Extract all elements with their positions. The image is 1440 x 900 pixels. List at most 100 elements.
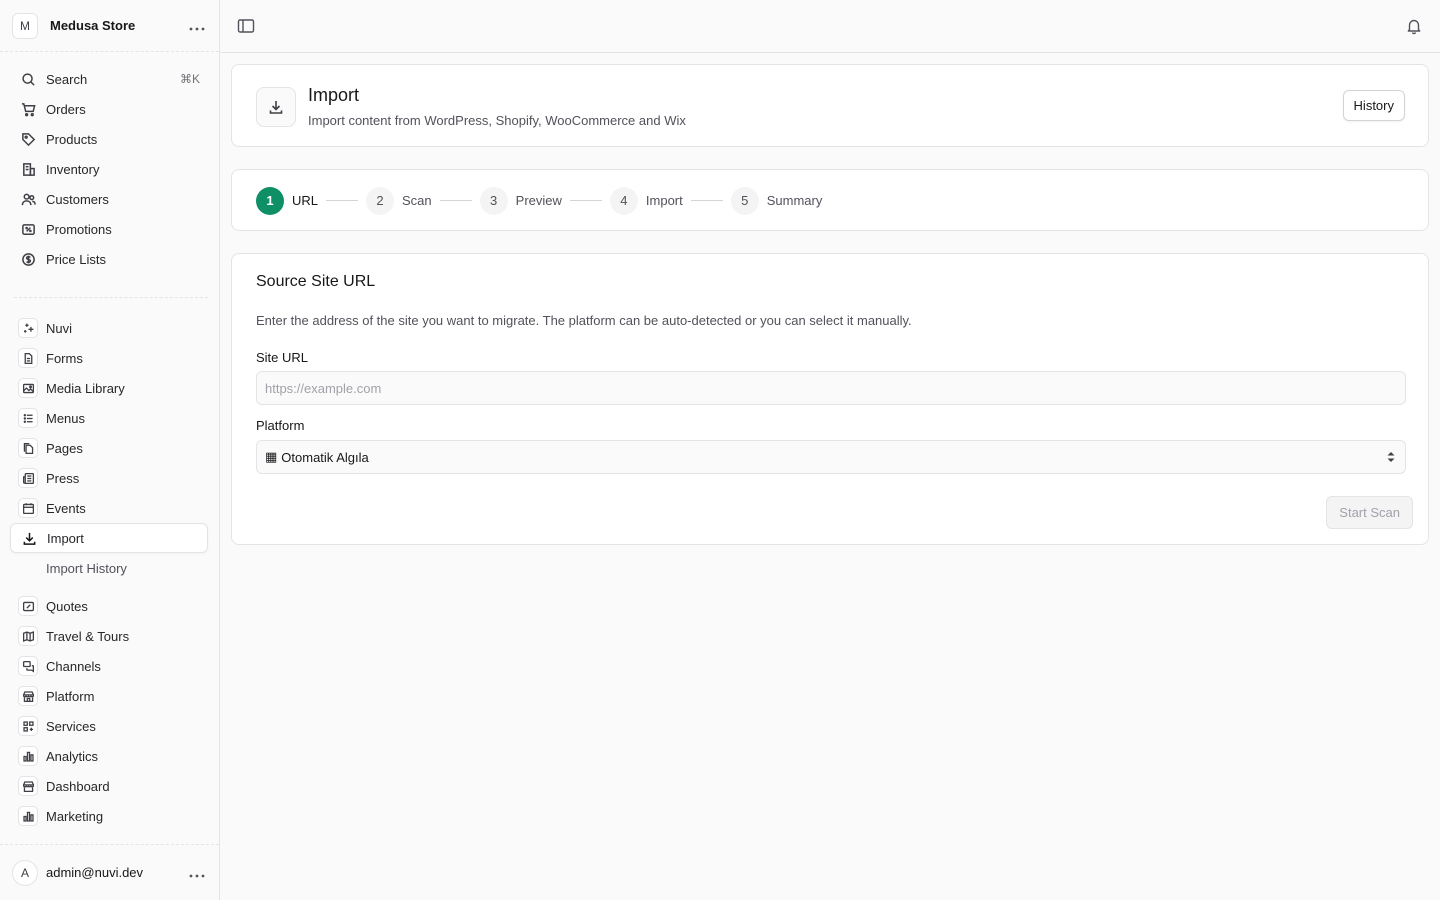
sidebar-item-label: Press: [46, 470, 80, 486]
bell-icon[interactable]: [1405, 17, 1423, 35]
sidebar-item-price-lists[interactable]: Price Lists: [10, 244, 208, 274]
page-subtitle: Import content from WordPress, Shopify, …: [308, 113, 686, 128]
documents-icon: [18, 438, 38, 458]
step-label: Import: [645, 193, 683, 208]
form-title: Source Site URL: [256, 273, 376, 290]
sidebar-item-label: Forms: [46, 350, 83, 366]
user-email: admin@nuvi.dev: [46, 865, 144, 880]
sidebar-item-channels[interactable]: Channels: [10, 651, 208, 681]
chat-bubbles-icon: [18, 656, 38, 676]
sidebar-item-products[interactable]: Products: [10, 124, 208, 154]
sidebar-item-label: Price Lists: [46, 251, 106, 267]
sidebar-toggle-icon[interactable]: [237, 17, 255, 35]
sidebar-item-promotions[interactable]: Promotions: [10, 214, 208, 244]
chevron-up-down-icon: [1387, 452, 1395, 462]
nav-more: Quotes Travel & Tours Channels Platform …: [10, 591, 208, 831]
site-url-input[interactable]: [256, 371, 1406, 405]
store-menu-ellipsis-icon[interactable]: [187, 18, 207, 34]
sidebar-item-label: Search: [46, 71, 88, 87]
sidebar-item-quotes[interactable]: Quotes: [10, 591, 208, 621]
store-switcher[interactable]: M Medusa Store: [0, 0, 219, 52]
sidebar-item-label: Promotions: [46, 221, 112, 237]
step-connector: [326, 200, 359, 201]
sidebar-item-import-history[interactable]: Import History: [10, 553, 208, 583]
step-connector: [690, 200, 723, 201]
grid-icon: ▦: [265, 449, 278, 464]
sidebar: M Medusa Store Search ⌘K Orders Products…: [0, 0, 220, 900]
squares-plus-icon: [18, 716, 38, 736]
top-bar: [220, 0, 1440, 53]
sidebar-item-dashboard[interactable]: Dashboard: [10, 771, 208, 801]
step-scan: 2 Scan: [366, 186, 432, 215]
sidebar-item-label: Nuvi: [46, 320, 73, 336]
step-connector: [439, 200, 472, 201]
store-name: Medusa Store: [50, 18, 136, 33]
photo-icon: [18, 378, 38, 398]
building-storefront-icon: [18, 776, 38, 796]
step-import: 4 Import: [609, 186, 683, 215]
source-url-card: Source Site URL Enter the address of the…: [231, 253, 1429, 545]
building-icon: [18, 159, 38, 179]
history-button[interactable]: History: [1342, 90, 1405, 121]
chart-bar-icon: [18, 806, 38, 826]
sidebar-item-marketing[interactable]: Marketing: [10, 801, 208, 831]
step-label: Summary: [766, 193, 823, 208]
step-number: 4: [609, 186, 638, 215]
receipt-percent-icon: [18, 596, 38, 616]
users-icon: [18, 189, 38, 209]
receipt-percent-icon: [18, 219, 38, 239]
tag-icon: [18, 129, 38, 149]
sidebar-item-label: Events: [46, 500, 86, 516]
sidebar-item-label: Analytics: [46, 748, 99, 764]
stepper: 1 URL 2 Scan 3 Preview 4 Import 5 Summar…: [256, 186, 822, 215]
stepper-card: 1 URL 2 Scan 3 Preview 4 Import 5 Summar…: [231, 169, 1429, 231]
sidebar-item-services[interactable]: Services: [10, 711, 208, 741]
sidebar-item-platform[interactable]: Platform: [10, 681, 208, 711]
sidebar-item-label: Customers: [46, 191, 109, 207]
sidebar-item-menus[interactable]: Menus: [10, 403, 208, 433]
form-description: Enter the address of the site you want t…: [256, 313, 912, 328]
sidebar-item-nuvi[interactable]: Nuvi: [10, 313, 208, 343]
platform-label: Platform: [256, 418, 305, 433]
building-storefront-icon: [18, 686, 38, 706]
start-scan-button[interactable]: Start Scan: [1326, 496, 1413, 529]
sidebar-item-import[interactable]: Import: [10, 523, 208, 553]
step-number: 2: [366, 186, 395, 215]
sidebar-item-label: Pages: [46, 440, 83, 456]
step-url: 1 URL: [256, 186, 319, 215]
store-avatar: M: [12, 12, 38, 39]
sidebar-item-search[interactable]: Search ⌘K: [10, 64, 208, 94]
sidebar-item-pages[interactable]: Pages: [10, 433, 208, 463]
newspaper-icon: [18, 468, 38, 488]
document-icon: [18, 348, 38, 368]
sidebar-item-inventory[interactable]: Inventory: [10, 154, 208, 184]
platform-select[interactable]: ▦ Otomatik Algıla: [256, 440, 1406, 474]
step-number: 5: [730, 186, 759, 215]
map-icon: [18, 626, 38, 646]
sidebar-item-label: Channels: [46, 658, 101, 674]
sidebar-item-label: Orders: [46, 101, 86, 117]
sidebar-item-analytics[interactable]: Analytics: [10, 741, 208, 771]
step-number: 3: [479, 186, 508, 215]
step-number: 1: [256, 186, 284, 215]
sidebar-item-press[interactable]: Press: [10, 463, 208, 493]
step-summary: 5 Summary: [730, 186, 823, 215]
user-menu-ellipsis-icon[interactable]: [187, 865, 207, 881]
sidebar-item-forms[interactable]: Forms: [10, 343, 208, 373]
step-label: URL: [292, 193, 319, 208]
download-icon: [19, 528, 39, 548]
avatar: A: [12, 859, 38, 886]
sidebar-item-label: Quotes: [46, 598, 88, 614]
sidebar-item-orders[interactable]: Orders: [10, 94, 208, 124]
sidebar-item-label: Dashboard: [46, 778, 110, 794]
sidebar-item-label: Travel & Tours: [46, 628, 130, 644]
sidebar-item-label: Import: [47, 530, 84, 546]
step-label: Scan: [402, 193, 432, 208]
sidebar-item-media-library[interactable]: Media Library: [10, 373, 208, 403]
sidebar-item-travel-tours[interactable]: Travel & Tours: [10, 621, 208, 651]
search-icon: [18, 69, 38, 89]
chart-bar-icon: [18, 746, 38, 766]
sidebar-item-customers[interactable]: Customers: [10, 184, 208, 214]
sidebar-item-events[interactable]: Events: [10, 493, 208, 523]
user-menu[interactable]: A admin@nuvi.dev: [0, 844, 219, 900]
